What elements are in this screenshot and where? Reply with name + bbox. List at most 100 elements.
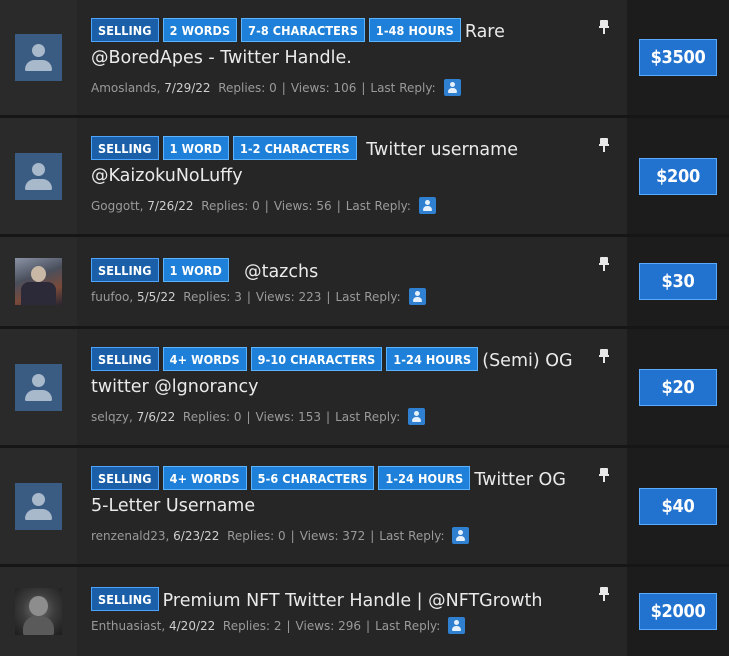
meta-separator: | [290,528,295,543]
views-count: Views: 296 [295,618,362,633]
thread-author[interactable]: Goggott [91,199,140,213]
thread-meta: Goggott, 7/26/22 Replies: 0 | Views: 56 | La… [91,197,587,214]
prefix-tag[interactable]: 9-10 CHARACTERS [250,347,383,371]
last-reply-label: Last Reply: [335,409,401,424]
prefix-tag[interactable]: SELLING [91,136,159,160]
thread-title-line: SELLING 2 WORDS 7-8 CHARACTERS 1-48 HOURS Ra… [91,18,587,71]
prefix-tag[interactable]: SELLING [91,587,159,611]
thread-date: 6/23/22 [173,528,220,543]
last-reply-avatar-icon[interactable] [448,617,466,634]
prefix-tag[interactable]: 1-2 CHARACTERS [232,136,357,160]
thread-author[interactable]: Amoslands [91,81,157,95]
meta-separator: | [370,528,375,543]
price-badge: $3500 [639,39,717,76]
meta-space [175,410,183,424]
thread-date: 7/6/22 [136,409,176,424]
pin-icon [599,349,609,363]
thread-title-line: SELLING 1 WORD 1-2 CHARACTERS Twitter user… [91,136,587,189]
meta-comma: , [161,618,169,633]
prefix-tag[interactable]: SELLING [91,466,159,490]
price-badge: $20 [639,368,717,406]
last-reply-avatar-icon[interactable] [408,408,426,425]
meta-comma: , [129,409,137,424]
meta-separator: | [286,618,291,633]
user-avatar[interactable] [15,363,62,411]
prefix-tag[interactable]: 4+ WORDS [162,347,247,371]
prefix-tag[interactable]: 1-24 HOURS [386,347,479,371]
thread-title-line: SELLING Premium NFT Twitter Handle | @NFT… [91,587,587,614]
thread-main: SELLING 4+ WORDS 5-6 CHARACTERS 1-24 HOURS T… [77,448,627,564]
thread-author[interactable]: Enthuasiast [91,619,161,633]
replies-count: Replies: 0 [201,198,260,213]
replies-count: Replies: 3 [183,289,242,304]
prefix-tag[interactable]: 5-6 CHARACTERS [250,466,375,490]
thread-author[interactable]: fuufoo [91,290,129,304]
prefix-tag[interactable]: 1 WORD [162,136,229,160]
last-reply-avatar-icon[interactable] [443,79,461,96]
views-count: Views: 223 [255,289,322,304]
replies-count: Replies: 0 [227,528,286,543]
thread-title-link[interactable]: @tazchs [244,262,318,282]
price-column: $200 [627,118,729,234]
user-avatar[interactable] [15,152,62,200]
price-badge: $30 [639,263,717,300]
thread-title-link[interactable]: Premium NFT Twitter Handle | @NFTGrowth [163,591,543,611]
last-reply-avatar-icon[interactable] [418,197,436,214]
prefix-tag[interactable]: SELLING [91,18,159,42]
meta-separator: | [246,289,251,304]
thread-date: 7/29/22 [164,80,211,95]
user-avatar[interactable] [15,34,62,81]
price-badge: $200 [639,157,717,195]
thread-main: SELLING 1 WORD 1-2 CHARACTERS Twitter user… [77,118,627,234]
pin-icon [599,20,609,34]
price-column: $3500 [627,0,729,115]
thread-author[interactable]: renzenald23 [91,529,166,543]
thread-list: SELLING 2 WORDS 7-8 CHARACTERS 1-48 HOURS Ra… [0,0,729,656]
avatar-column [0,448,77,564]
last-reply-avatar-icon[interactable] [452,527,470,544]
prefix-tag[interactable]: 7-8 CHARACTERS [241,18,365,42]
replies-count: Replies: 2 [222,618,282,633]
last-reply-label: Last Reply: [379,528,445,543]
user-avatar[interactable] [15,588,62,635]
thread-author[interactable]: selqzy [91,410,129,424]
thread-main: SELLING 1 WORD @tazchs fuufoo, 5/5/22 Rep… [77,237,627,326]
thread-row: SELLING Premium NFT Twitter Handle | @NFT… [0,567,729,656]
last-reply-label: Last Reply: [370,80,436,95]
prefix-tag[interactable]: 1 WORD [162,258,229,282]
user-avatar[interactable] [15,258,62,305]
views-count: Views: 106 [290,80,357,95]
thread-row: SELLING 1 WORD 1-2 CHARACTERS Twitter user… [0,118,729,237]
meta-separator: | [336,198,341,213]
avatar-column [0,237,77,326]
prefix-tag[interactable]: 1-48 HOURS [368,18,461,42]
avatar-column [0,567,77,656]
thread-meta: fuufoo, 5/5/22 Replies: 3 | Views: 223 | Las… [91,288,587,305]
thread-main: SELLING Premium NFT Twitter Handle | @NFT… [77,567,627,656]
thread-date: 7/26/22 [147,198,194,213]
pin-icon [599,257,609,271]
meta-comma: , [139,198,148,213]
meta-space [219,529,227,543]
views-count: Views: 56 [273,198,332,213]
prefix-tag[interactable]: SELLING [91,347,159,371]
meta-separator: | [246,409,251,424]
thread-row: SELLING 2 WORDS 7-8 CHARACTERS 1-48 HOURS Ra… [0,0,729,118]
meta-separator: | [361,80,366,95]
meta-comma: , [156,80,165,95]
thread-main: SELLING 4+ WORDS 9-10 CHARACTERS 1-24 HOURS… [77,329,627,445]
last-reply-label: Last Reply: [335,289,401,304]
prefix-tag[interactable]: 2 WORDS [162,18,238,42]
price-column: $40 [627,448,729,564]
meta-space [176,290,184,304]
prefix-tag[interactable]: SELLING [91,258,159,282]
prefix-tag[interactable]: 1-24 HOURS [378,466,471,490]
meta-separator: | [281,80,286,95]
views-count: Views: 372 [299,528,366,543]
prefix-tag[interactable]: 4+ WORDS [162,466,247,490]
last-reply-avatar-icon[interactable] [408,288,426,305]
pin-icon [599,468,609,482]
meta-separator: | [326,409,331,424]
avatar-column [0,329,77,445]
user-avatar[interactable] [15,482,62,530]
